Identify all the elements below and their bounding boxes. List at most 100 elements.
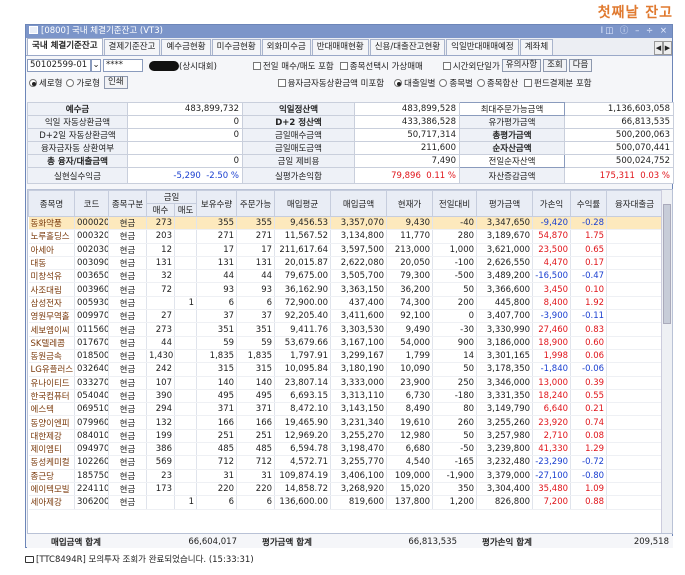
cell-qty: 495 (196, 389, 238, 404)
sort-wide-radio[interactable] (66, 78, 75, 87)
grid-header-0[interactable]: 종목명 (28, 190, 75, 217)
pick-stock-checkbox[interactable] (339, 61, 348, 70)
tab-2[interactable]: 예수금현황 (161, 39, 211, 55)
cell-sell (174, 229, 198, 244)
table-row[interactable]: 에스텍 069510 현금 294 371 371 8,472.10 3,143,150 8,4… (28, 402, 664, 417)
account-number-input[interactable]: 50102599-01 (27, 59, 91, 72)
table-row[interactable]: 유나이티드 033270 현금 107 140 140 23,807.14 3,333,000… (28, 376, 664, 390)
scrollbar-thumb[interactable] (663, 204, 671, 324)
cell-code: 094970 (74, 442, 109, 457)
cell-loan (606, 495, 664, 510)
stock-sum-radio[interactable] (476, 78, 485, 87)
cell-diff: -30 (432, 322, 478, 337)
cell-rate: 1.29 (570, 442, 608, 457)
grid-header-13[interactable]: 수익률 (570, 190, 608, 217)
tab-7[interactable]: 익일반대매매예정 (446, 39, 519, 55)
cell-diff: 280 (432, 229, 478, 244)
tab-5[interactable]: 반대매매현황 (311, 39, 369, 55)
tab-prev-icon[interactable]: ◀ (654, 41, 663, 55)
cell-buy: 273 (146, 216, 175, 231)
table-row[interactable]: 종근당 185750 현금 23 31 31 109,874.19 3,406,100 109,… (28, 469, 664, 483)
table-row[interactable]: 삼성전자 005930 현금 1 6 6 72,900.00 437,400 74,300 200… (28, 296, 664, 311)
window-controls[interactable]: Ⅰ◫ ⓘ – ÷ × (601, 25, 669, 38)
cell-eval: 3,331,350 (476, 389, 534, 404)
cell-qty: 220 (196, 482, 238, 497)
cell-avg: 6,594.78 (274, 442, 332, 457)
table-row[interactable]: 에이텍모빌 224110 현금 173 220 220 14,858.72 3,268,920… (28, 482, 664, 497)
cell-buyamt: 3,363,150 (330, 282, 388, 297)
print-button[interactable]: 인쇄 (103, 76, 128, 89)
credit-auto-checkbox[interactable] (277, 78, 286, 87)
grid-header-11[interactable]: 평가금액 (476, 190, 534, 217)
account-dropdown-icon[interactable]: ⌄ (91, 59, 101, 72)
grid-header-2[interactable]: 종목구분 (108, 190, 147, 217)
grid-header-12[interactable]: 가손익 (532, 190, 572, 217)
cell-type: 현금 (108, 296, 147, 311)
grid-header-buy[interactable]: 매수 (146, 203, 175, 217)
grid-scrollbar[interactable] (661, 190, 672, 533)
table-row[interactable]: LG유플러스 032640 현금 242 315 315 10,095.84 3,180,19… (28, 362, 664, 377)
cell-rate: 1.75 (570, 229, 608, 244)
tab-0[interactable]: 국내 체결기준잔고 (27, 38, 103, 55)
grid-header-7[interactable]: 매입평균 (274, 190, 332, 217)
password-input[interactable]: **** (103, 59, 143, 72)
table-row[interactable]: 미창석유 003650 현금 32 44 44 79,675.00 3,505,700 79,3… (28, 269, 664, 284)
table-row[interactable]: 제이엠티 094970 현금 386 485 485 6,594.78 3,198,470 6,… (28, 442, 664, 457)
table-row[interactable]: 아세아 002030 현금 12 17 17 211,617.64 3,597,500 213,… (28, 243, 664, 257)
sort-new-radio[interactable] (29, 78, 37, 87)
cell-loan (606, 349, 664, 364)
table-row[interactable]: 한국컴퓨터 054040 현금 390 495 495 6,693.15 3,313,110 6… (28, 389, 664, 404)
holdings-grid[interactable]: 종목명 코드 종목구분 금일 보유수량 주문가능 매입평균 매입금액 현재가 전일대비 평가금액 가손… (27, 189, 673, 534)
cell-qty: 37 (196, 309, 238, 324)
buy-total-label: 매입금액 합계 (51, 538, 101, 548)
table-row[interactable]: 동화약품 000020 현금 273 355 355 9,456.53 3,357,070 9,… (28, 216, 664, 231)
cell-rate: 0.06 (570, 349, 608, 364)
by-stock-radio[interactable] (439, 78, 448, 87)
grid-header-10[interactable]: 전일대비 (432, 190, 478, 217)
cell-avg: 79,675.00 (274, 269, 332, 284)
table-row[interactable]: 대한제강 084010 현금 199 251 251 12,969.20 3,255,270 1… (28, 429, 664, 444)
grid-header-sell[interactable]: 매도 (173, 203, 198, 217)
table-row[interactable]: 세아제강 306200 현금 1 6 6 136,600.00 819,600 137,800 1… (28, 495, 664, 510)
cell-eval: 3,330,990 (476, 322, 534, 337)
cell-sell (174, 429, 198, 444)
tab-8[interactable]: 계좌체 (519, 39, 554, 55)
time-order-checkbox[interactable] (442, 61, 451, 70)
next-button[interactable]: 다음 (568, 59, 593, 72)
grid-header-8[interactable]: 매입금액 (330, 190, 388, 217)
tab-1[interactable]: 결제기준잔고 (103, 39, 161, 55)
tab-3[interactable]: 미수금현황 (211, 39, 261, 55)
table-row[interactable]: 영원무역홀 009970 현금 27 37 37 92,205.40 3,411,600 92,… (28, 309, 664, 324)
cell-type: 현금 (108, 482, 147, 497)
fund-checkbox[interactable] (524, 78, 533, 87)
prev-asset-button[interactable]: 전일순자산액 (459, 154, 565, 168)
grid-header-14[interactable]: 융자대출금 (606, 190, 664, 217)
grid-header-5[interactable]: 보유수량 (196, 190, 238, 217)
grid-header-9[interactable]: 현재가 (386, 190, 434, 217)
table-row[interactable]: 사조대림 003960 현금 72 93 93 36,162.90 3,363,150 36,2… (28, 282, 664, 297)
table-row[interactable]: 동성케미컬 102260 현금 569 712 712 4,572.71 3,255,770 4… (28, 455, 664, 470)
max-order-button[interactable]: 최대주문가능금액 (459, 102, 565, 116)
tab-4[interactable]: 외화미수금 (261, 39, 311, 55)
table-row[interactable]: 동원금속 018500 현금 1,430 1,835 1,835 1,797.91 3,299… (28, 349, 664, 364)
cell-sell (174, 455, 198, 470)
grid-header-6[interactable]: 주문가능 (236, 190, 276, 217)
loan-daily-radio[interactable] (394, 78, 403, 87)
notice-button[interactable]: 유의사항 (501, 59, 542, 72)
prev-day-checkbox[interactable] (252, 61, 261, 70)
tab-6[interactable]: 신용/대출잔고현황 (369, 39, 446, 55)
table-row[interactable]: 대동 003090 현금 131 131 131 20,015.87 2,622,080 20,… (28, 256, 664, 271)
tab-next-icon[interactable]: ▶ (663, 41, 672, 55)
table-row[interactable]: 동양이엔피 079960 현금 132 166 166 19,465.90 3,231,340… (28, 415, 664, 430)
cell-name: 노루홀딩스 (28, 229, 75, 244)
cell-buy: 390 (146, 389, 175, 404)
table-row[interactable]: 세보엠이씨 011560 현금 273 351 351 9,411.76 3,303,530 9… (28, 322, 664, 337)
cell-diff: 900 (432, 336, 478, 350)
table-row[interactable]: SK텔레콤 017670 현금 44 59 59 53,679.66 3,167,100 54,… (28, 336, 664, 350)
query-button[interactable]: 조회 (543, 59, 567, 72)
table-row[interactable]: 노루홀딩스 000320 현금 203 271 271 11,567.52 3,134,800… (28, 229, 664, 244)
grid-header-today[interactable]: 금일 (145, 190, 198, 204)
tab-scroll-buttons[interactable]: ◀ ▶ (654, 41, 672, 55)
grid-header-1[interactable]: 코드 (74, 190, 109, 217)
cell-price: 79,300 (386, 269, 434, 284)
